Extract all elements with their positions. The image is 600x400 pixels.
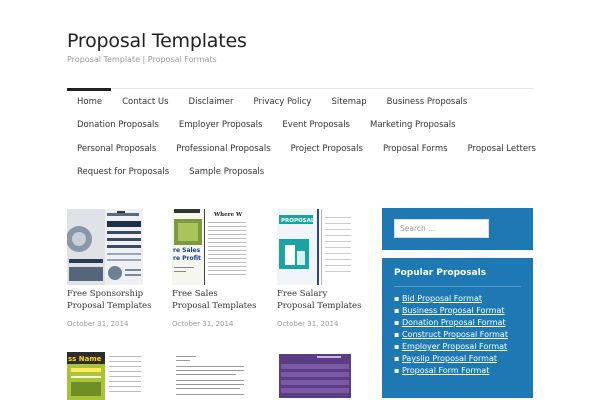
thumb-text: PROPOSAL: [281, 218, 315, 224]
list-item: ▪ Construct Proposal Format: [394, 330, 508, 339]
nav-item-disclaimer[interactable]: Disclaimer: [179, 97, 244, 107]
list-item: ▪ Payslip Proposal Format: [394, 354, 497, 363]
nav-item-privacy-policy[interactable]: Privacy Policy: [244, 97, 322, 107]
post-thumbnail[interactable]: re Sales re Profit Where W: [172, 209, 248, 285]
sidebar: Search ... Popular Proposals ▪ Bid Propo…: [382, 208, 533, 398]
nav-item-personal-proposals[interactable]: Personal Proposals: [67, 144, 166, 154]
post-thumbnail[interactable]: PROPOSAL: [277, 209, 353, 285]
nav-item-employer-proposals[interactable]: Employer Proposals: [169, 120, 273, 130]
post-date[interactable]: October 31, 2014: [67, 320, 152, 328]
business-template-image: ss Name: [67, 352, 143, 400]
nav-item-professional-proposals[interactable]: Professional Proposals: [166, 144, 280, 154]
main-navigation: Home Contact Us Disclaimer Privacy Polic…: [67, 90, 536, 185]
post-title[interactable]: Free Salary Proposal Templates: [277, 288, 362, 312]
nav-item-project-proposals[interactable]: Project Proposals: [281, 144, 373, 154]
post-title[interactable]: Free Sponsorship Proposal Templates: [67, 288, 152, 312]
nav-row: Request for Proposals Sample Proposals: [67, 161, 533, 185]
post-date[interactable]: October 31, 2014: [172, 320, 257, 328]
thumb-text: Where W: [213, 212, 243, 218]
nav-row: Donation Proposals Employer Proposals Ev…: [67, 114, 533, 138]
salary-template-image: PROPOSAL: [277, 209, 353, 285]
site-description: Proposal Template | Proposal Formats: [67, 55, 217, 64]
list-item: ▪ Proposal Form Format: [394, 366, 490, 375]
search-widget: Search ...: [382, 208, 533, 250]
post-card: PROPOSAL Free Salary Proposal Templates …: [277, 209, 362, 328]
nav-item-sitemap[interactable]: Sitemap: [321, 97, 376, 107]
post-card: [277, 352, 362, 400]
form-template-image: [277, 352, 353, 400]
thumb-text: re Profit: [173, 255, 201, 262]
nav-row: Personal Proposals Professional Proposal…: [67, 137, 536, 161]
popular-link[interactable]: Donation Proposal Format: [402, 318, 506, 327]
search-input[interactable]: Search ...: [394, 219, 489, 238]
post-title[interactable]: Free Sales Proposal Templates: [172, 288, 257, 312]
popular-proposals-widget: Popular Proposals ▪ Bid Proposal Format …: [382, 258, 533, 398]
post-card: [172, 352, 257, 400]
widget-divider: [394, 286, 521, 287]
letter-template-image: [172, 352, 248, 400]
popular-link[interactable]: Proposal Form Format: [402, 366, 489, 375]
post-thumbnail[interactable]: [67, 209, 143, 285]
list-item: ▪ Donation Proposal Format: [394, 318, 506, 327]
post-thumbnail[interactable]: [277, 352, 353, 400]
nav-item-request-for-proposals[interactable]: Request for Proposals: [67, 167, 179, 177]
list-item: ▪ Employer Proposal Format: [394, 342, 508, 351]
post-card: ss Name: [67, 352, 152, 400]
nav-item-event-proposals[interactable]: Event Proposals: [272, 120, 360, 130]
post-date[interactable]: October 31, 2014: [277, 320, 362, 328]
popular-link[interactable]: Business Proposal Format: [402, 306, 505, 315]
list-item: ▪ Bid Proposal Format: [394, 294, 482, 303]
nav-item-contact-us[interactable]: Contact Us: [112, 97, 178, 107]
nav-item-proposal-letters[interactable]: Proposal Letters: [458, 144, 546, 154]
nav-item-donation-proposals[interactable]: Donation Proposals: [67, 120, 169, 130]
thumb-text: ss Name: [68, 355, 102, 363]
nav-item-home[interactable]: Home: [67, 97, 112, 107]
list-item: ▪ Business Proposal Format: [394, 306, 505, 315]
post-thumbnail[interactable]: ss Name: [67, 352, 143, 400]
thumb-text: re Sales: [173, 247, 201, 254]
popular-link[interactable]: Employer Proposal Format: [402, 342, 507, 351]
nav-item-business-proposals[interactable]: Business Proposals: [377, 97, 478, 107]
popular-list: ▪ Bid Proposal Format ▪ Business Proposa…: [394, 293, 508, 377]
nav-row: Home Contact Us Disclaimer Privacy Polic…: [67, 90, 533, 114]
nav-item-proposal-forms[interactable]: Proposal Forms: [373, 144, 458, 154]
sponsorship-template-image: [67, 209, 143, 285]
widget-title: Popular Proposals: [394, 268, 487, 278]
nav-divider: [67, 88, 533, 89]
popular-link[interactable]: Bid Proposal Format: [402, 294, 482, 303]
post-thumbnail[interactable]: [172, 352, 248, 400]
site-title[interactable]: Proposal Templates: [67, 30, 247, 52]
nav-item-marketing-proposals[interactable]: Marketing Proposals: [360, 120, 466, 130]
post-card: re Sales re Profit Where W Free Sales Pr…: [172, 209, 257, 328]
nav-item-sample-proposals[interactable]: Sample Proposals: [179, 167, 274, 177]
post-card: Free Sponsorship Proposal Templates Octo…: [67, 209, 152, 328]
popular-link[interactable]: Construct Proposal Format: [402, 330, 508, 339]
sales-template-image: re Sales re Profit Where W: [172, 209, 248, 285]
popular-link[interactable]: Payslip Proposal Format: [402, 354, 497, 363]
